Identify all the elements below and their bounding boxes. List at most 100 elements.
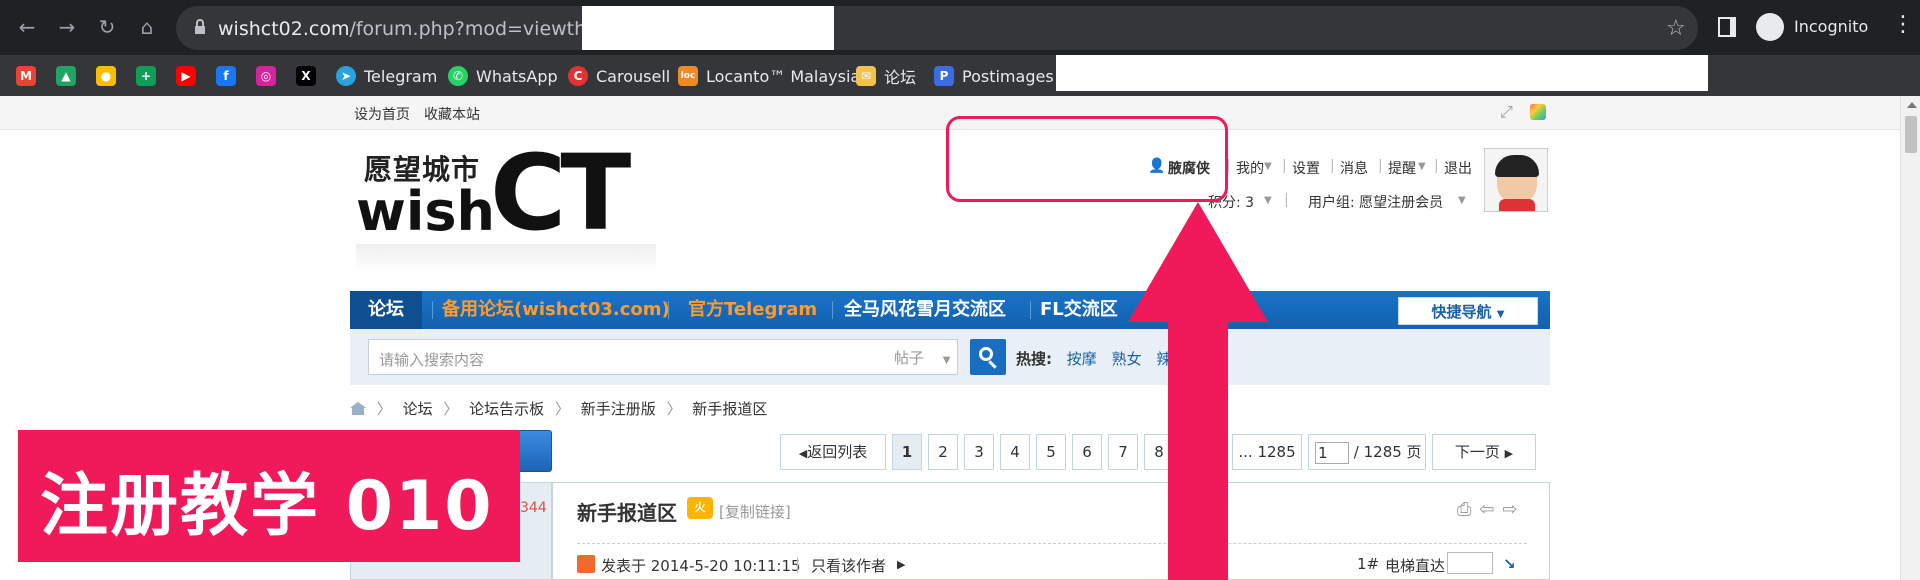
logout-link[interactable]: 退出 — [1444, 158, 1472, 178]
bookmark-carousell[interactable]: C Carousell — [568, 65, 670, 87]
banner-text: 注册教学 010 — [40, 467, 494, 546]
quick-nav-button[interactable]: 快捷导航 ▼ — [1398, 297, 1538, 325]
bookmark-facebook[interactable]: f — [216, 65, 244, 87]
page-link[interactable]: 1 — [892, 434, 922, 470]
nav-item-forum[interactable]: 论坛 — [350, 291, 422, 329]
highlight-annotation — [946, 116, 1228, 202]
star-icon[interactable]: ☆ — [1666, 16, 1686, 41]
settings-link[interactable]: 设置 — [1292, 158, 1320, 178]
go-icon[interactable]: ↘ — [1503, 555, 1516, 573]
main-nav: 论坛 备用论坛(wishct03.com) 官方Telegram 全马风花雪月交… — [350, 291, 1550, 329]
breadcrumb-item[interactable]: 论坛告示板 — [469, 400, 544, 418]
divider: | — [1284, 192, 1289, 208]
bookmark-label: 论坛 — [884, 68, 917, 87]
hot-term[interactable]: 按摩 — [1067, 350, 1097, 368]
floor-jump-input[interactable] — [1447, 552, 1493, 574]
scroll-up-icon[interactable] — [1907, 102, 1917, 108]
breadcrumb-separator: 〉 — [376, 400, 392, 418]
copy-link[interactable]: [复制链接] — [719, 501, 791, 522]
page-link[interactable]: 3 — [964, 434, 994, 470]
post-meta: 发表于 2014-5-20 10:11:15 | 只看该作者 ▶ 1# 电梯直达… — [577, 543, 1527, 579]
sidepanel-icon[interactable] — [1718, 17, 1736, 37]
bookmark-telegram[interactable]: ➤ Telegram — [336, 65, 437, 87]
nav-item-telegram[interactable]: 官方Telegram — [688, 291, 817, 329]
bookmark-sheets[interactable]: + — [136, 65, 164, 87]
search-type-select[interactable]: 帖子 ▼ — [882, 339, 958, 375]
bookmark-site-link[interactable]: 收藏本站 — [424, 104, 480, 124]
drive-icon: ▲ — [56, 66, 76, 86]
breadcrumb-item[interactable]: 新手报道区 — [692, 400, 767, 418]
bookmark-whatsapp[interactable]: ✆ WhatsApp — [448, 65, 558, 87]
search-button[interactable] — [970, 339, 1006, 375]
bookmark-instagram[interactable]: ◎ — [256, 65, 284, 87]
bookmark-label: Carousell — [596, 66, 671, 86]
breadcrumb: 〉 论坛 〉 论坛告示板 〉 新手注册版 〉 新手报道区 — [350, 398, 773, 419]
nav-divider — [432, 301, 433, 319]
poster-icon — [577, 555, 595, 573]
bookmark-youtube[interactable]: ▶ — [176, 65, 204, 87]
bookmark-forum[interactable]: ✉ 论坛 — [856, 65, 916, 87]
next-thread-icon[interactable]: ⇨ — [1503, 499, 1526, 520]
chevron-down-icon: ▼ — [1496, 309, 1505, 320]
profile-label[interactable]: Incognito — [1794, 17, 1868, 36]
scroll-thumb[interactable] — [1905, 116, 1917, 153]
home-icon[interactable] — [350, 402, 366, 415]
back-label: 返回列表 — [807, 443, 868, 461]
facebook-icon: f — [216, 66, 236, 86]
page-link[interactable]: 5 — [1036, 434, 1066, 470]
nav-item-backup-forum[interactable]: 备用论坛(wishct03.com) — [442, 291, 670, 329]
bookmarks-bar: M ▲ ● + ▶ f ◎ X ➤ Telegram ✆ WhatsApp C Car… — [0, 55, 1920, 96]
hot-thread-icon: 火 — [687, 497, 713, 519]
bookmark-drive[interactable]: ▲ — [56, 65, 84, 87]
forward-icon[interactable]: → — [54, 14, 80, 40]
back-icon[interactable]: ← — [14, 14, 40, 40]
divider: | — [795, 555, 801, 573]
caret-right-icon: ▶ — [897, 558, 906, 571]
search-input[interactable]: 请输入搜索内容 — [368, 339, 883, 375]
scrollbar[interactable] — [1900, 96, 1920, 580]
reload-icon[interactable]: ↻ — [94, 14, 120, 40]
site-logo[interactable]: 愿望城市 wish CT — [356, 132, 656, 272]
search-bar: 请输入搜索内容 帖子 ▼ 热搜: 按摩 熟女 辣眉 玩? — [350, 329, 1550, 385]
page-link[interactable]: 2 — [928, 434, 958, 470]
nav-item-exchange[interactable]: 全马风花雪月交流区 — [844, 291, 1006, 329]
menu-icon[interactable]: ⋮ — [1892, 12, 1914, 37]
breadcrumb-item[interactable]: 新手注册版 — [581, 400, 656, 418]
page-jump-input[interactable]: 1 — [1315, 441, 1349, 464]
messages-link[interactable]: 消息 — [1340, 158, 1368, 178]
chevron-down-icon: ▼ — [1418, 161, 1426, 172]
bookmark-keep[interactable]: ● — [96, 65, 124, 87]
lock-icon — [195, 19, 205, 34]
bookmark-gmail[interactable]: M — [16, 65, 44, 87]
bookmark-x[interactable]: X — [296, 65, 324, 87]
chevron-down-icon: ▼ — [1264, 161, 1272, 172]
bookmark-label: Locanto™ Malaysia — [706, 66, 861, 86]
theme-icon[interactable] — [1530, 104, 1546, 120]
next-page-button[interactable]: 下一页 ▶ — [1432, 434, 1536, 470]
gmail-icon: M — [16, 66, 36, 86]
hot-search-label: 热搜: — [1016, 350, 1052, 368]
carousell-icon: C — [568, 66, 588, 86]
back-to-list-button[interactable]: ◀返回列表 — [780, 434, 886, 470]
breadcrumb-item[interactable]: 论坛 — [403, 400, 433, 418]
page-link[interactable]: 4 — [1000, 434, 1030, 470]
prev-thread-icon[interactable]: ⇦ — [1479, 499, 1502, 520]
bookmark-postimages[interactable]: P Postimages — [934, 65, 1054, 87]
bookmark-label: Postimages — [962, 66, 1054, 86]
up-arrow-annotation — [1128, 202, 1268, 580]
address-bar[interactable]: wishct02.com/forum.php?mod=viewthread&ti… — [176, 6, 1698, 50]
incognito-icon[interactable] — [1756, 13, 1784, 41]
usergroup-menu[interactable]: 用户组: 愿望注册会员 — [1308, 192, 1443, 212]
print-icon[interactable]: ⎙ — [1457, 499, 1479, 520]
bookmark-locanto[interactable]: loc Locanto™ Malaysia — [678, 65, 860, 87]
set-home-link[interactable]: 设为首页 — [354, 104, 410, 124]
home-icon[interactable]: ⌂ — [134, 14, 160, 40]
reminders-menu[interactable]: 提醒 — [1388, 158, 1416, 178]
page-link[interactable]: 6 — [1072, 434, 1102, 470]
fullscreen-icon[interactable]: ⤢ — [1500, 102, 1513, 122]
avatar[interactable] — [1484, 148, 1548, 212]
logo-reflection — [356, 244, 656, 272]
my-menu[interactable]: 我的 — [1236, 158, 1264, 178]
nav-item-fl[interactable]: FL交流区 — [1040, 291, 1118, 329]
author-only-link[interactable]: 只看该作者 — [811, 555, 886, 576]
